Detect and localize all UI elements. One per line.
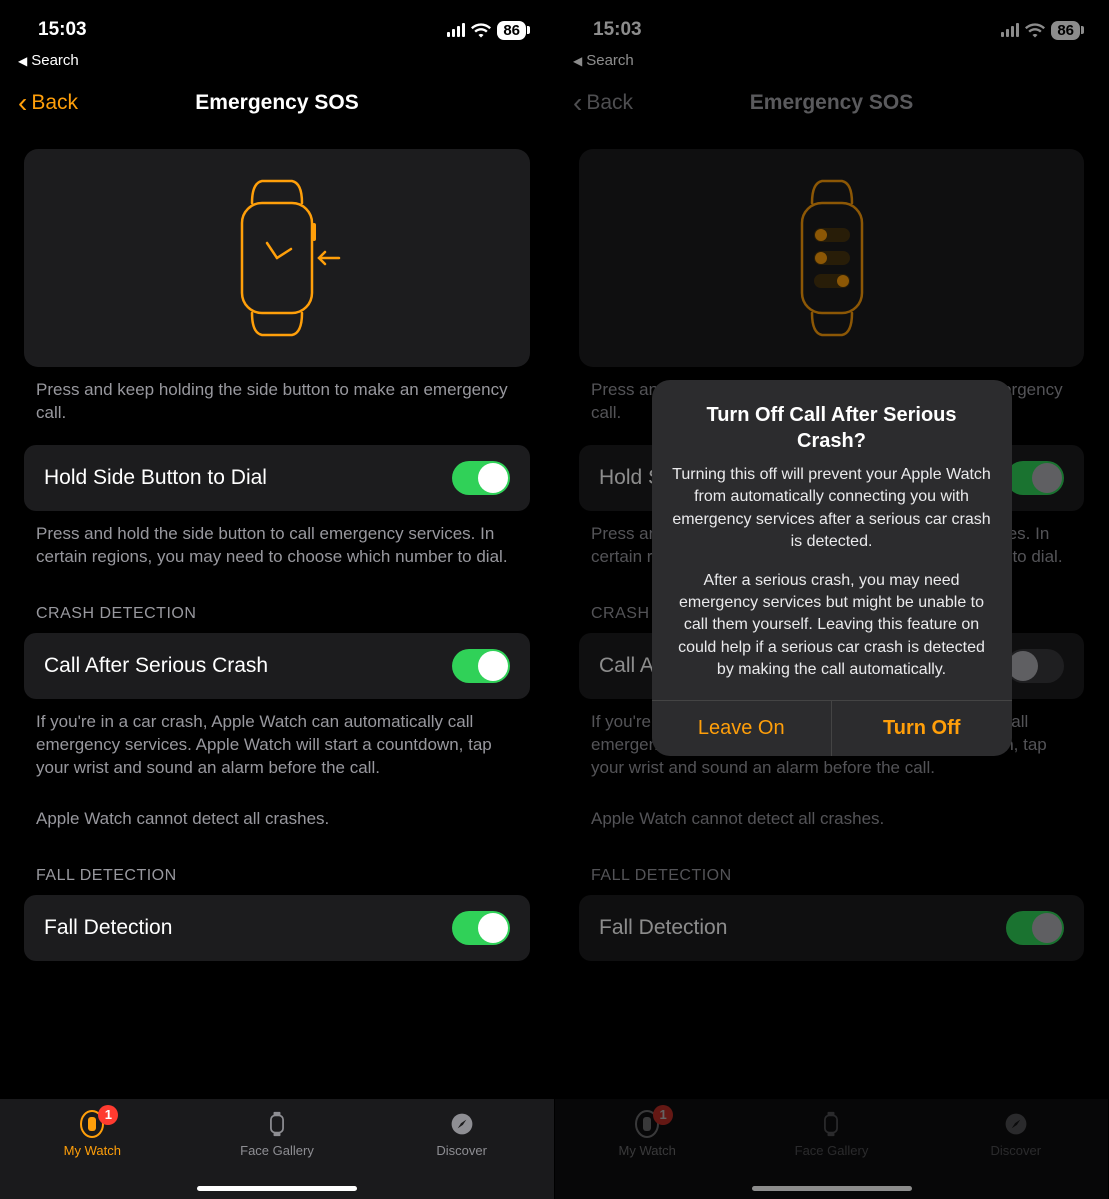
chevron-left-icon: ‹ (18, 89, 27, 117)
screen-alert: 15:03 86 ◀ Search ‹ Back Emergency SOS (554, 0, 1108, 1199)
tab-discover-label: Discover (436, 1143, 487, 1158)
hold-side-footer: Press and hold the side button to call e… (24, 511, 530, 569)
breadcrumb-search[interactable]: ◀ Search (0, 50, 554, 75)
tab-my-watch[interactable]: 1 My Watch (1, 1109, 184, 1158)
status-bar: 15:03 86 (0, 0, 554, 50)
hold-side-label: Hold Side Button to Dial (44, 466, 267, 490)
fall-detection-row[interactable]: Fall Detection (24, 895, 530, 961)
crash-footer1: If you're in a car crash, Apple Watch ca… (24, 699, 530, 780)
watch-outline-icon (262, 1109, 292, 1139)
leave-on-button[interactable]: Leave On (652, 701, 832, 756)
battery-level: 86 (497, 21, 526, 40)
status-indicators: 86 (447, 21, 526, 40)
alert-message-2: After a serious crash, you may need emer… (670, 570, 994, 682)
back-button[interactable]: ‹ Back (18, 89, 78, 117)
crash-footer2: Apple Watch cannot detect all crashes. (24, 796, 530, 831)
fall-detection-header: FALL DETECTION (24, 831, 530, 895)
crash-detection-header: CRASH DETECTION (24, 569, 530, 633)
page-title: Emergency SOS (0, 91, 554, 115)
fall-detection-toggle[interactable] (452, 911, 510, 945)
wifi-icon (471, 22, 491, 38)
call-after-crash-label: Call After Serious Crash (44, 654, 268, 678)
tab-badge: 1 (98, 1105, 118, 1125)
home-indicator[interactable] (197, 1186, 357, 1191)
turn-off-button[interactable]: Turn Off (831, 701, 1012, 756)
hold-side-toggle[interactable] (452, 461, 510, 495)
breadcrumb-label: Search (31, 52, 79, 69)
tab-discover[interactable]: Discover (370, 1109, 553, 1158)
tab-bar: 1 My Watch Face Gallery Discover (0, 1099, 554, 1199)
hold-side-button-row[interactable]: Hold Side Button to Dial (24, 445, 530, 511)
hero-footer-text: Press and keep holding the side button t… (24, 367, 530, 425)
fall-detection-label: Fall Detection (44, 916, 172, 940)
tab-face-gallery[interactable]: Face Gallery (186, 1109, 369, 1158)
back-triangle-icon: ◀ (18, 54, 27, 68)
call-after-crash-toggle[interactable] (452, 649, 510, 683)
content-area: Press and keep holding the side button t… (0, 131, 554, 961)
tab-my-watch-label: My Watch (64, 1143, 121, 1158)
tab-face-gallery-label: Face Gallery (240, 1143, 314, 1158)
confirmation-alert: Turn Off Call After Serious Crash? Turni… (652, 380, 1012, 756)
back-label: Back (31, 91, 78, 115)
call-after-crash-row[interactable]: Call After Serious Crash (24, 633, 530, 699)
alert-title: Turn Off Call After Serious Crash? (670, 402, 994, 454)
nav-header: ‹ Back Emergency SOS (0, 75, 554, 131)
alert-message-1: Turning this off will prevent your Apple… (670, 464, 994, 554)
watch-side-button-icon (207, 173, 347, 343)
status-time: 15:03 (38, 19, 87, 41)
cellular-signal-icon (447, 23, 465, 37)
screen-settings: 15:03 86 ◀ Search ‹ Back Emergency SOS (0, 0, 554, 1199)
hero-illustration (24, 149, 530, 367)
compass-icon (447, 1109, 477, 1139)
